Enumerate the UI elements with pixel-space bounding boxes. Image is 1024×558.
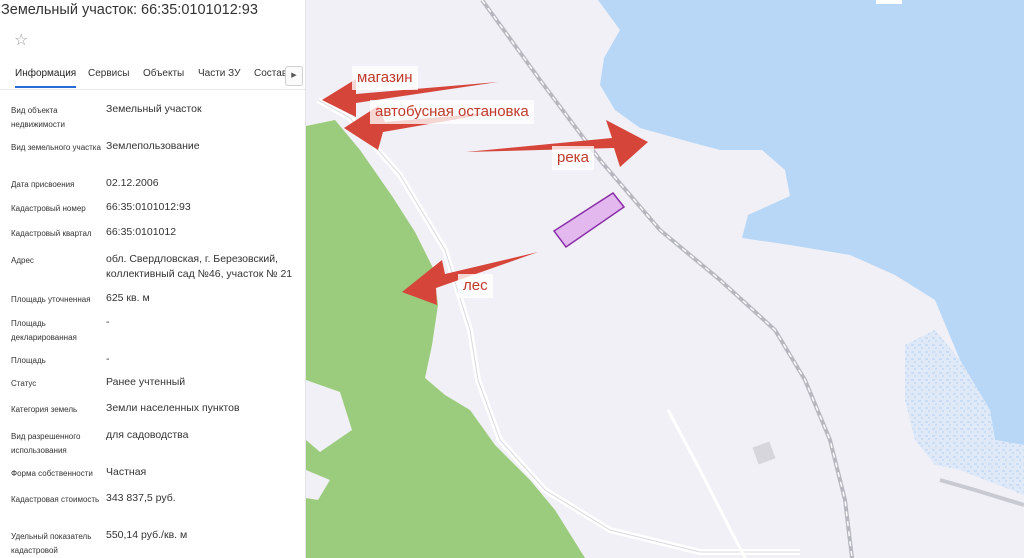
parcel-info-panel: Земельный участок: 66:35:0101012:93 ☆ Ин… (0, 0, 306, 558)
tab-composition[interactable]: Состав (254, 68, 287, 86)
panel-title: Земельный участок: 66:35:0101012:93 (1, 2, 258, 18)
panel-tabs: Информация Сервисы Объекты Части ЗУ Сост… (0, 62, 305, 90)
field-label: Вид объекта недвижимости (11, 106, 65, 129)
field-label: Площадь декларированная (11, 319, 77, 342)
field-label: Площадь (11, 356, 46, 365)
field-label: Статус (11, 379, 37, 388)
label-river: река (552, 146, 594, 170)
tab-parcel-parts[interactable]: Части ЗУ (198, 68, 240, 86)
field-value: Частная (106, 466, 147, 478)
field-label: Форма собственности (11, 469, 93, 478)
tab-services[interactable]: Сервисы (88, 68, 129, 86)
tab-information[interactable]: Информация (15, 68, 77, 88)
field-value: 66:35:0101012 (106, 226, 177, 238)
field-label: Площадь уточненная (11, 295, 91, 304)
tab-objects[interactable]: Объекты (143, 68, 184, 86)
field-value: - (106, 316, 110, 328)
field-label: Адрес (11, 256, 34, 265)
label-shop: магазин (352, 66, 418, 90)
field-label: Вид земельного участка (11, 143, 101, 152)
field-label: Вид разрешенного использования (11, 432, 81, 455)
field-value: обл. Свердловская, г. Березовский, колле… (106, 253, 293, 280)
field-label: Кадастровый квартал (11, 229, 92, 238)
field-value: Ранее учтенный (106, 376, 186, 388)
field-value: 625 кв. м (106, 292, 150, 304)
field-label: Кадастровый номер (11, 204, 86, 213)
field-value: Земельный участок (106, 103, 202, 115)
field-value: - (106, 353, 110, 365)
field-label: Кадастровая стоимость (11, 495, 100, 504)
star-outline-icon[interactable]: ☆ (14, 32, 32, 50)
field-value: 66:35:0101012:93 (106, 201, 191, 213)
water-island (876, 0, 902, 4)
field-value: Землепользование (106, 140, 200, 152)
field-value: для садоводства (106, 429, 189, 441)
field-value: 343 837,5 руб. (106, 492, 176, 504)
field-label: Категория земель (11, 405, 78, 414)
field-value: 550,14 руб./кв. м (106, 529, 188, 541)
field-value: Земли населенных пунктов (106, 402, 240, 414)
label-bus-stop: автобусная остановка (370, 100, 534, 124)
field-label: Удельный показатель кадастровой (11, 532, 92, 555)
label-forest: лес (458, 274, 493, 298)
field-label: Дата присвоения (11, 180, 75, 189)
tabs-scroll-right-button[interactable]: ▶ (285, 66, 303, 86)
field-value: 02.12.2006 (106, 177, 159, 189)
chevron-right-icon: ▶ (291, 72, 297, 79)
